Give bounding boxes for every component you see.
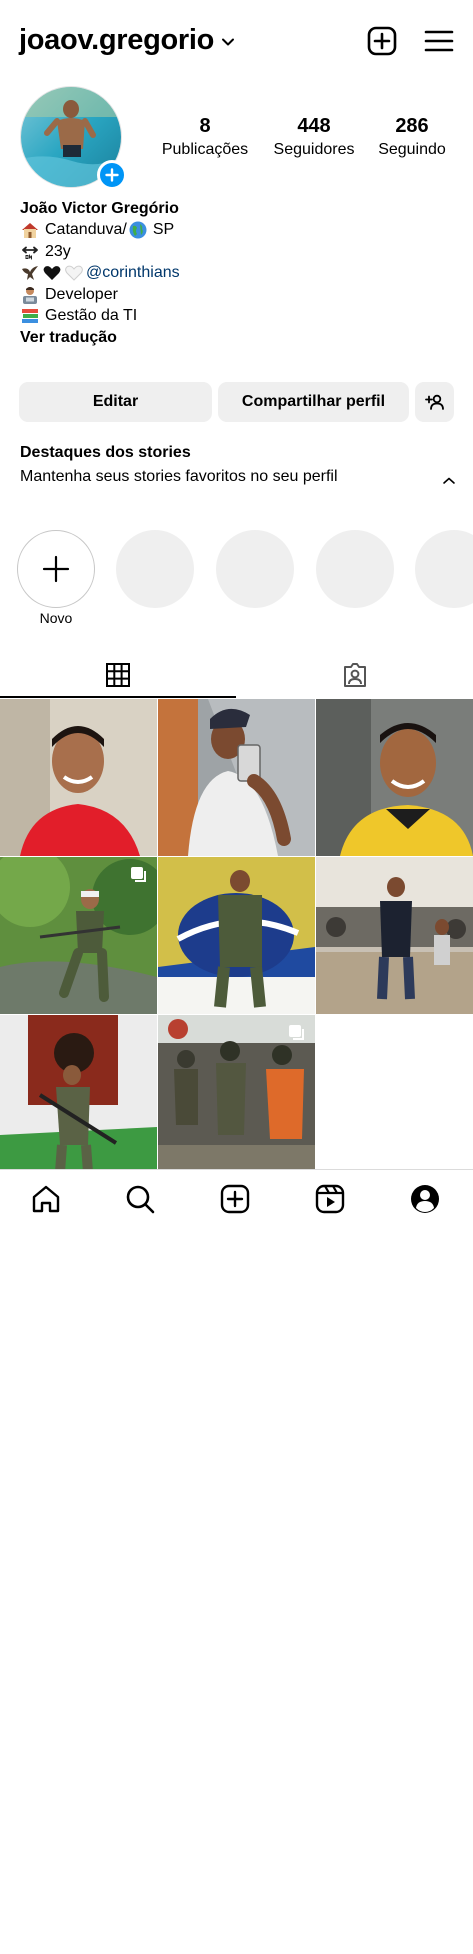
bio-team-line: @corinthians — [20, 263, 460, 285]
post-thumbnail[interactable] — [316, 699, 473, 856]
globe-icon — [129, 221, 147, 239]
carousel-icon — [131, 867, 146, 882]
username: joaov.gregorio — [19, 24, 215, 56]
mention-link[interactable]: @corinthians — [86, 262, 180, 284]
highlights-subtitle: Mantenha seus stories favoritos no seu p… — [20, 468, 338, 485]
tagged-user-icon — [344, 663, 366, 687]
bio-study: Gestão da TI — [45, 307, 138, 325]
bottom-navigation — [0, 1169, 473, 1227]
stat-label: Seguindo — [378, 141, 446, 158]
bio-study-line: Gestão da TI — [20, 306, 460, 328]
stat-posts[interactable]: 8 Publicações — [160, 114, 250, 160]
plus-icon — [42, 555, 70, 583]
bio-location-line: Catanduva/ SP — [20, 220, 460, 242]
stat-value: 286 — [395, 115, 429, 137]
add-story-button[interactable] — [97, 160, 127, 190]
profile-tabs — [0, 652, 473, 698]
post-thumbnail[interactable] — [158, 857, 315, 1014]
hamburger-menu-icon[interactable] — [422, 24, 456, 58]
tab-posts-grid[interactable] — [0, 652, 236, 698]
profile-icon[interactable] — [409, 1183, 441, 1215]
house-icon — [22, 223, 38, 239]
post-image — [0, 1015, 157, 1172]
eagle-icon — [22, 266, 38, 281]
profile-stats: 8 Publicações 448 Seguidores 286 Seguind… — [160, 114, 456, 164]
highlight-placeholder — [216, 530, 294, 608]
see-translation-link[interactable]: Ver tradução — [20, 327, 460, 349]
post-thumbnail[interactable] — [0, 699, 157, 856]
home-icon[interactable] — [30, 1183, 62, 1215]
post-image — [316, 857, 473, 1014]
new-post-icon[interactable] — [365, 24, 399, 58]
chevron-down-icon — [222, 38, 235, 45]
chevron-up-icon[interactable] — [440, 474, 458, 488]
post-image — [0, 699, 157, 856]
bio-age-line: 23y — [20, 241, 460, 263]
stat-label: Publicações — [161, 141, 249, 158]
display-name: João Victor Gregório — [20, 199, 179, 217]
highlight-placeholder — [415, 530, 473, 608]
add-person-icon — [424, 394, 444, 410]
active-tab-indicator — [0, 696, 236, 698]
avatar-container[interactable] — [20, 86, 127, 190]
grid-icon — [106, 663, 130, 687]
carousel-icon — [289, 1025, 304, 1040]
post-thumbnail[interactable] — [0, 1015, 157, 1172]
white-heart-icon — [65, 265, 83, 281]
post-thumbnail[interactable] — [316, 857, 473, 1014]
discover-people-button[interactable] — [415, 382, 454, 422]
bio-role: Developer — [45, 285, 118, 303]
post-image — [158, 699, 315, 856]
new-highlight-button[interactable] — [17, 530, 95, 608]
share-profile-button[interactable]: Compartilhar perfil — [218, 382, 409, 422]
stat-followers[interactable]: 448 Seguidores — [262, 114, 366, 160]
new-highlight-label: Novo — [39, 610, 73, 626]
profile-page: joaov.gregorio 8 Publicações 448 Seguido… — [0, 0, 473, 1954]
post-image — [158, 857, 315, 1014]
stat-following[interactable]: 286 Seguindo — [367, 114, 457, 160]
highlight-placeholder — [116, 530, 194, 608]
post-thumbnail[interactable] — [0, 857, 157, 1014]
on-arrow-icon — [22, 246, 38, 260]
technologist-icon — [23, 286, 37, 304]
profile-header: joaov.gregorio — [0, 0, 473, 80]
tab-tagged[interactable] — [237, 652, 473, 698]
stat-value: 8 — [199, 115, 211, 137]
post-thumbnail[interactable] — [158, 699, 315, 856]
plus-icon — [105, 168, 119, 182]
black-heart-icon — [43, 266, 61, 281]
account-switcher[interactable]: joaov.gregorio — [19, 24, 235, 57]
stat-label: Seguidores — [273, 141, 355, 158]
post-thumbnail[interactable] — [158, 1015, 315, 1172]
reels-icon[interactable] — [314, 1183, 346, 1215]
bio-age: 23y — [45, 242, 71, 260]
stat-value: 448 — [297, 115, 331, 137]
create-icon[interactable] — [219, 1183, 251, 1215]
bio-location: Catanduva/ — [45, 221, 127, 239]
post-image — [316, 699, 473, 856]
bio-location-suffix: SP — [152, 221, 175, 239]
edit-profile-button[interactable]: Editar — [19, 382, 212, 422]
search-icon[interactable] — [124, 1183, 156, 1215]
bio-role-line: Developer — [20, 284, 460, 306]
profile-bio: João Victor Gregório Catanduva/ SP 23y @… — [20, 198, 460, 349]
highlight-placeholder — [316, 530, 394, 608]
highlights-title: Destaques dos stories — [20, 444, 191, 461]
books-icon — [22, 309, 38, 324]
